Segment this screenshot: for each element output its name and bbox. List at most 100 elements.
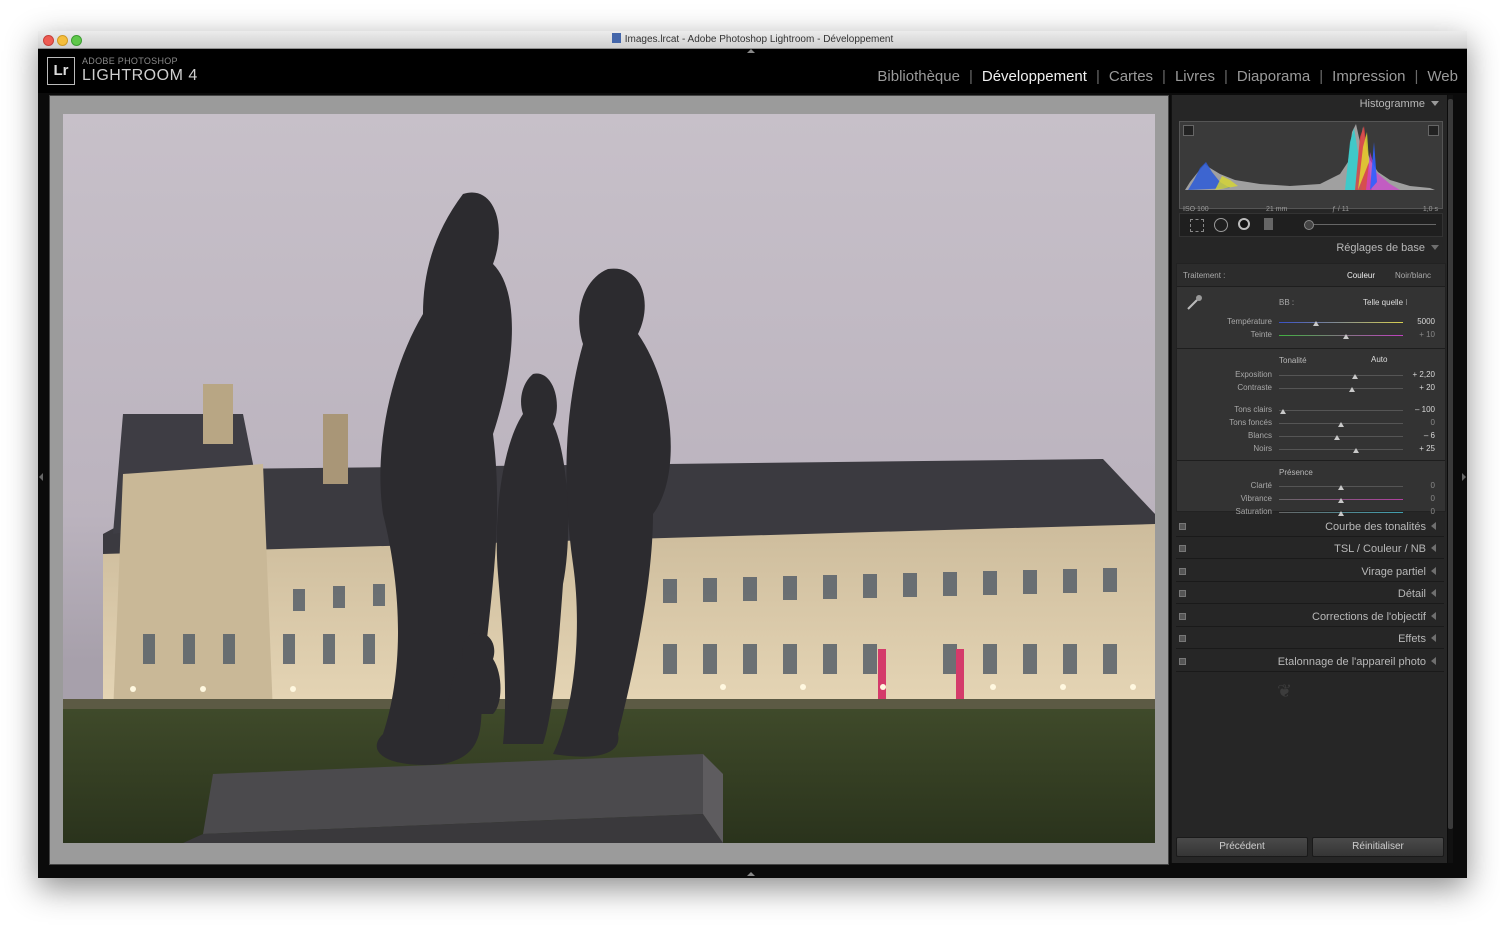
module-library[interactable]: Bibliothèque [877, 68, 960, 85]
whites-value[interactable]: – 6 [1405, 431, 1435, 440]
treatment-label: Traitement : [1183, 271, 1226, 280]
panel-split-toning[interactable]: Virage partiel [1176, 562, 1444, 582]
panel-switch-icon[interactable] [1179, 568, 1186, 575]
panel-hsl[interactable]: TSL / Couleur / NB [1176, 539, 1444, 559]
right-panel: Histogramme ISO 100 21 mm ƒ / 11 1,0 s R… [1171, 95, 1447, 863]
panel-switch-icon[interactable] [1179, 523, 1186, 530]
minimize-window-button[interactable] [57, 35, 68, 46]
document-icon [611, 33, 621, 43]
module-develop[interactable]: Développement [982, 68, 1087, 85]
focal-length: 21 mm [1266, 206, 1288, 213]
histogram-header[interactable]: Histogramme [1172, 95, 1447, 113]
right-panel-scrollbar[interactable] [1448, 95, 1453, 863]
lightroom-window: Images.lrcat - Adobe Photoshop Lightroom… [38, 31, 1467, 878]
panel-tone-curve[interactable]: Courbe des tonalités [1176, 517, 1444, 537]
basic-header[interactable]: Réglages de base [1172, 239, 1447, 257]
tint-knob[interactable] [1342, 334, 1349, 339]
presence-title: Présence [1279, 468, 1313, 477]
photo-preview[interactable] [63, 114, 1155, 843]
temperature-knob[interactable] [1313, 321, 1320, 326]
clarity-knob[interactable] [1338, 485, 1344, 490]
panel-detail[interactable]: Détail [1176, 584, 1444, 604]
scrollbar-thumb[interactable] [1448, 99, 1453, 829]
photo-image [63, 114, 1155, 843]
module-map[interactable]: Cartes [1109, 68, 1153, 85]
whites-knob[interactable] [1334, 435, 1341, 440]
shadows-label: Tons foncés [1229, 418, 1272, 427]
tint-label: Teinte [1250, 330, 1272, 339]
highlights-value[interactable]: – 100 [1405, 405, 1435, 414]
graduated-filter-icon[interactable] [1264, 218, 1273, 230]
spot-removal-icon[interactable] [1214, 218, 1228, 232]
previous-button[interactable]: Précédent [1176, 837, 1308, 857]
wb-select[interactable]: Telle quelle ⁝ [1363, 298, 1408, 307]
contrast-value[interactable]: + 20 [1405, 383, 1435, 392]
temperature-slider[interactable] [1279, 322, 1403, 323]
clarity-value[interactable]: 0 [1405, 481, 1435, 490]
auto-tone-button[interactable]: Auto [1371, 355, 1387, 364]
exposure-slider[interactable] [1279, 375, 1403, 376]
iso-value: ISO 100 [1183, 206, 1209, 213]
saturation-value[interactable]: 0 [1405, 507, 1435, 516]
contrast-knob[interactable] [1349, 387, 1356, 392]
tone-title: Tonalité [1279, 356, 1307, 365]
expand-left-panel-icon[interactable] [39, 473, 43, 481]
expand-filmstrip-icon[interactable] [747, 872, 755, 876]
highlights-knob[interactable] [1279, 409, 1286, 414]
exposure-label: Exposition [1235, 370, 1272, 379]
collapse-right-panel-icon[interactable] [1462, 473, 1466, 481]
panel-switch-icon[interactable] [1179, 590, 1186, 597]
aperture-value: ƒ / 11 [1332, 206, 1349, 213]
tint-value[interactable]: + 10 [1405, 330, 1435, 339]
red-eye-icon[interactable] [1238, 218, 1250, 230]
treatment-color-button[interactable]: Couleur [1347, 271, 1375, 280]
module-print[interactable]: Impression [1332, 68, 1405, 85]
panel-switch-icon[interactable] [1179, 658, 1186, 665]
blacks-knob[interactable] [1352, 448, 1359, 453]
crop-tool-icon[interactable] [1190, 219, 1204, 232]
module-slideshow[interactable]: Diaporama [1237, 68, 1310, 85]
panel-effects[interactable]: Effets [1176, 629, 1444, 649]
whites-slider[interactable] [1279, 436, 1403, 437]
brush-slider-knob[interactable] [1304, 220, 1314, 230]
blacks-slider[interactable] [1279, 449, 1403, 450]
contrast-label: Contraste [1237, 383, 1272, 392]
panel-camera-calibration[interactable]: Etalonnage de l'appareil photo [1176, 652, 1444, 672]
exposure-knob[interactable] [1351, 374, 1358, 379]
exposure-value[interactable]: + 2,20 [1405, 370, 1435, 379]
expand-triangle-icon [1431, 589, 1436, 597]
panel-switch-icon[interactable] [1179, 613, 1186, 620]
treatment-bw-button[interactable]: Noir/blanc [1395, 271, 1431, 280]
highlights-slider[interactable] [1279, 410, 1403, 411]
contrast-slider[interactable] [1279, 388, 1403, 389]
reset-button[interactable]: Réinitialiser [1312, 837, 1444, 857]
panel-switch-icon[interactable] [1179, 635, 1186, 642]
blacks-value[interactable]: + 25 [1405, 444, 1435, 453]
panel-lens-corrections[interactable]: Corrections de l'objectif [1176, 607, 1444, 627]
saturation-knob[interactable] [1338, 511, 1344, 516]
close-window-button[interactable] [43, 35, 54, 46]
wb-label: BB : [1279, 298, 1295, 307]
vibrance-knob[interactable] [1338, 498, 1344, 503]
expand-triangle-icon [1431, 544, 1436, 552]
module-book[interactable]: Livres [1175, 68, 1215, 85]
histogram-graph [1185, 124, 1435, 190]
brush-slider-track[interactable] [1304, 224, 1436, 225]
eyedropper-icon[interactable] [1185, 292, 1205, 312]
zoom-window-button[interactable] [71, 35, 82, 46]
module-picker: Bibliothèque | Développement | Cartes | Livres… [877, 68, 1458, 85]
panel-switch-icon[interactable] [1179, 545, 1186, 552]
shadows-value[interactable]: 0 [1405, 418, 1435, 427]
module-web[interactable]: Web [1427, 68, 1458, 85]
vibrance-value[interactable]: 0 [1405, 494, 1435, 503]
panel-end-ornament-icon: ❦ [1277, 681, 1293, 701]
temperature-value[interactable]: 5000 [1405, 317, 1435, 326]
shadows-knob[interactable] [1338, 422, 1344, 427]
image-work-area[interactable] [49, 95, 1169, 865]
collapse-top-panel-icon[interactable] [747, 49, 755, 53]
saturation-label: Saturation [1235, 507, 1272, 516]
tint-slider[interactable] [1279, 335, 1403, 336]
histogram[interactable]: ISO 100 21 mm ƒ / 11 1,0 s [1179, 121, 1443, 213]
histogram-title: Histogramme [1359, 98, 1425, 110]
expand-triangle-icon [1431, 522, 1436, 530]
